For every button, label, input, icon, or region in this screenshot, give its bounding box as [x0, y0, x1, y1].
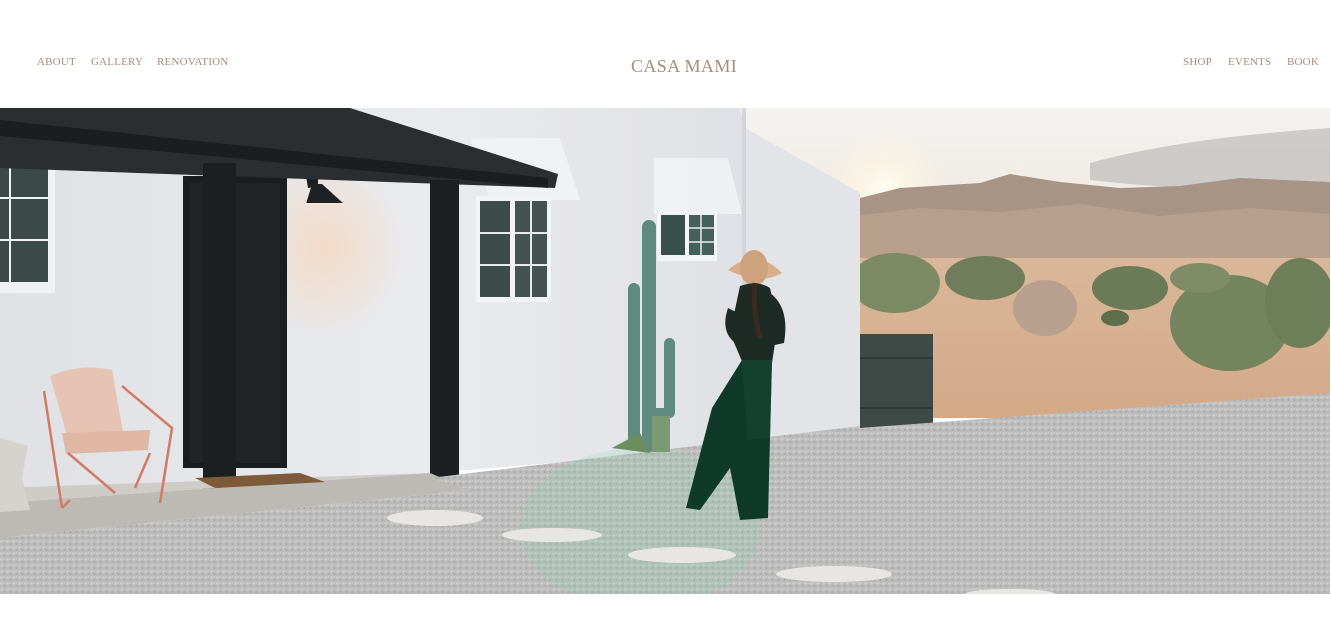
nav-link-renovation[interactable]: RENOVATION	[157, 56, 228, 68]
nav-link-shop[interactable]: SHOP	[1183, 56, 1212, 68]
nav-link-events[interactable]: EVENTS	[1228, 56, 1271, 68]
nav-link-about[interactable]: ABOUT	[37, 56, 76, 68]
hero-illustration	[0, 108, 1330, 594]
hero-image	[0, 108, 1330, 594]
site-logo[interactable]: CASA MAMI	[631, 56, 737, 77]
nav-link-book[interactable]: BOOK	[1287, 56, 1319, 68]
nav-link-gallery[interactable]: GALLERY	[91, 56, 143, 68]
